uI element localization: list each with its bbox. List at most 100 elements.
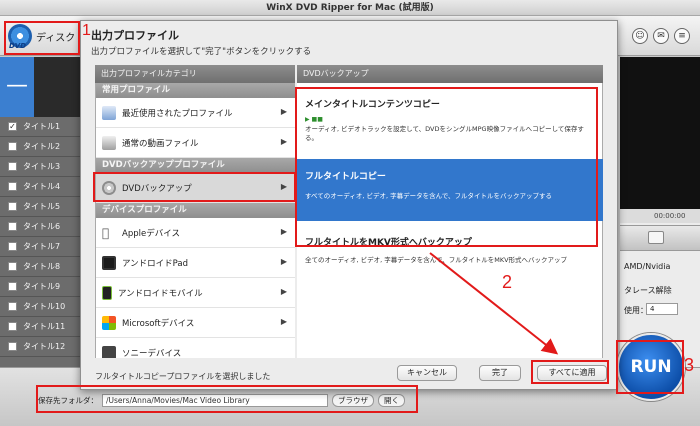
- title-list-item[interactable]: タイトル7: [0, 237, 80, 257]
- group-dvd-backup: DVDバックアッププロファイル: [96, 158, 295, 173]
- dialog-title: 出力プロファイル: [91, 29, 179, 42]
- category-normal-video-label: 通常の動画ファイル: [122, 138, 199, 149]
- category-column-header: 出力プロファイルカテゴリ: [95, 65, 295, 83]
- title-list-item[interactable]: タイトル12: [0, 337, 80, 357]
- title-list-panel: — ✓ タイトル1 タイトル2 タイトル3 タイトル4 タイトル5 タイトル6 タイトル7 タイ…: [0, 57, 80, 367]
- title-checkbox[interactable]: [8, 222, 17, 231]
- chevron-right-icon: ▶: [280, 287, 287, 296]
- title-label: タイトル2: [23, 142, 61, 151]
- title-checkbox[interactable]: [8, 262, 17, 271]
- category-android-pad-label: アンドロイドPad: [122, 258, 189, 269]
- category-dvd-backup[interactable]: DVDバックアップ ▶: [96, 173, 295, 203]
- title-list-item[interactable]: タイトル8: [0, 257, 80, 277]
- title-list-item[interactable]: タイトル5: [0, 197, 80, 217]
- title-checkbox[interactable]: [8, 202, 17, 211]
- done-button[interactable]: 完了: [479, 365, 521, 381]
- title-list-item[interactable]: タイトル4: [0, 177, 80, 197]
- disc-button-label: ディスク: [36, 32, 76, 44]
- category-android-pad[interactable]: アンドロイドPad ▶: [96, 248, 295, 278]
- video-preview: [620, 57, 700, 209]
- annotation-number-1: 1: [82, 22, 91, 39]
- title-list-item[interactable]: タイトル6: [0, 217, 80, 237]
- category-list: 常用プロファイル 最近使用されたプロファイル ▶ 通常の動画ファイル ▶ DVD…: [95, 83, 295, 358]
- output-folder-path[interactable]: /Users/Anna/Movies/Mac Video Library: [102, 393, 328, 407]
- group-common: 常用プロファイル: [96, 83, 295, 98]
- title-checkbox[interactable]: [8, 162, 17, 171]
- windows-icon: [102, 315, 116, 330]
- title-list-item[interactable]: タイトル10: [0, 297, 80, 317]
- title-label: タイトル8: [23, 262, 61, 271]
- cancel-button[interactable]: キャンセル: [397, 365, 457, 381]
- category-microsoft-label: Microsoftデバイス: [122, 318, 195, 329]
- category-microsoft[interactable]: Microsoftデバイス ▶: [96, 308, 295, 338]
- cpu-core-select[interactable]: 4: [646, 303, 678, 315]
- title-list-item[interactable]: ✓ タイトル1: [0, 117, 80, 137]
- title-list-item[interactable]: タイトル2: [0, 137, 80, 157]
- title-checkbox[interactable]: [8, 322, 17, 331]
- title-checkbox[interactable]: [8, 182, 17, 191]
- profile-full-title-mkv[interactable]: フルタイトルをMKV形式へバックアップ 全てのオーディオ, ビデオ, 字幕データ…: [297, 229, 603, 271]
- title-list-item[interactable]: タイトル9: [0, 277, 80, 297]
- play-badge-icon: ▶ ■■: [305, 116, 323, 123]
- group-device: デバイスプロファイル: [96, 203, 295, 218]
- apply-all-button[interactable]: すべてに適用: [537, 365, 607, 381]
- title-label: タイトル12: [23, 342, 66, 351]
- recent-profile-icon: [102, 105, 116, 120]
- title-label: タイトル1: [23, 122, 61, 131]
- run-button[interactable]: RUN: [617, 333, 685, 401]
- envelope-icon[interactable]: ✉: [653, 28, 669, 44]
- annotation-number-3: 3: [684, 355, 695, 375]
- chevron-right-icon: ▶: [280, 107, 287, 116]
- category-normal-video[interactable]: 通常の動画ファイル ▶: [96, 128, 295, 158]
- title-label: タイトル9: [23, 282, 61, 291]
- preview-toolbar: [620, 225, 700, 251]
- title-checkbox[interactable]: [8, 342, 17, 351]
- category-sony[interactable]: ソニーデバイス: [96, 338, 295, 358]
- profile-title: メインタイトルコンテンツコピー: [305, 100, 440, 110]
- title-list-item[interactable]: タイトル11: [0, 317, 80, 337]
- title-label: タイトル5: [23, 202, 61, 211]
- profile-main-title-copy[interactable]: メインタイトルコンテンツコピー ▶ ■■ オーディオ, ビデオトラックを設定して…: [297, 91, 603, 149]
- title-label: タイトル6: [23, 222, 61, 231]
- output-profile-dialog: 出力プロファイル 出力プロファイルを選択して"完了"ボタンをクリックする 出力プ…: [80, 20, 618, 390]
- title-checkbox[interactable]: [8, 142, 17, 151]
- phone-icon: [102, 285, 112, 300]
- title-checkbox[interactable]: [8, 302, 17, 311]
- title-checkbox[interactable]: [8, 242, 17, 251]
- folder-icon[interactable]: [648, 231, 664, 244]
- chevron-right-icon: ▶: [280, 317, 287, 326]
- category-apple[interactable]:  Appleデバイス ▶: [96, 218, 295, 248]
- chevron-right-icon: ▶: [280, 137, 287, 146]
- dvd-logo-text: DVD: [9, 42, 27, 50]
- profile-full-title-copy[interactable]: フルタイトルコピー すべてのオーディオ, ビデオ, 字幕データを含んで、フルタイ…: [297, 159, 603, 221]
- annotation-number-2: 2: [502, 272, 513, 292]
- open-folder-button[interactable]: 開く: [378, 393, 405, 407]
- title-checkbox[interactable]: ✓: [8, 122, 17, 131]
- category-apple-label: Appleデバイス: [122, 228, 180, 239]
- profile-description: 全てのオーディオ, ビデオ, 字幕データを含んで、フルタイトルをMKV形式へバッ…: [305, 256, 568, 264]
- output-folder-row: 保存先フォルダ： /Users/Anna/Movies/Mac Video Li…: [38, 390, 416, 410]
- hw-accel-label: AMD/Nvidia: [624, 262, 671, 271]
- deinterlace-label[interactable]: タレース解除: [624, 285, 672, 296]
- category-android-mobile-label: アンドロイドモバイル: [118, 288, 203, 299]
- time-readout: 00:00:00: [620, 209, 700, 223]
- profile-description: すべてのオーディオ, ビデオ, 字幕データを含んで、フルタイトルをバックアップす…: [305, 192, 553, 200]
- title-label: タイトル4: [23, 182, 61, 191]
- menu-icon[interactable]: ≡: [674, 28, 690, 44]
- category-android-mobile[interactable]: アンドロイドモバイル ▶: [96, 278, 295, 308]
- person-icon[interactable]: ☺: [632, 28, 648, 44]
- remove-title-button[interactable]: —: [0, 57, 34, 117]
- title-label: タイトル10: [23, 302, 66, 311]
- output-folder-label: 保存先フォルダ：: [38, 395, 98, 405]
- browse-button[interactable]: ブラウザ: [332, 393, 374, 407]
- preview-panel: 00:00:00 AMD/Nvidia タレース解除 使用： 4: [620, 57, 700, 367]
- disc-icon: [102, 180, 116, 195]
- title-list-item[interactable]: タイトル3: [0, 157, 80, 177]
- category-recent[interactable]: 最近使用されたプロファイル ▶: [96, 98, 295, 128]
- video-file-icon: [102, 135, 116, 150]
- title-label: タイトル11: [23, 322, 66, 331]
- title-checkbox[interactable]: [8, 282, 17, 291]
- cpu-use-label: 使用：: [624, 306, 648, 315]
- disc-button[interactable]: DVD ディスク: [8, 20, 78, 52]
- title-label: タイトル3: [23, 162, 61, 171]
